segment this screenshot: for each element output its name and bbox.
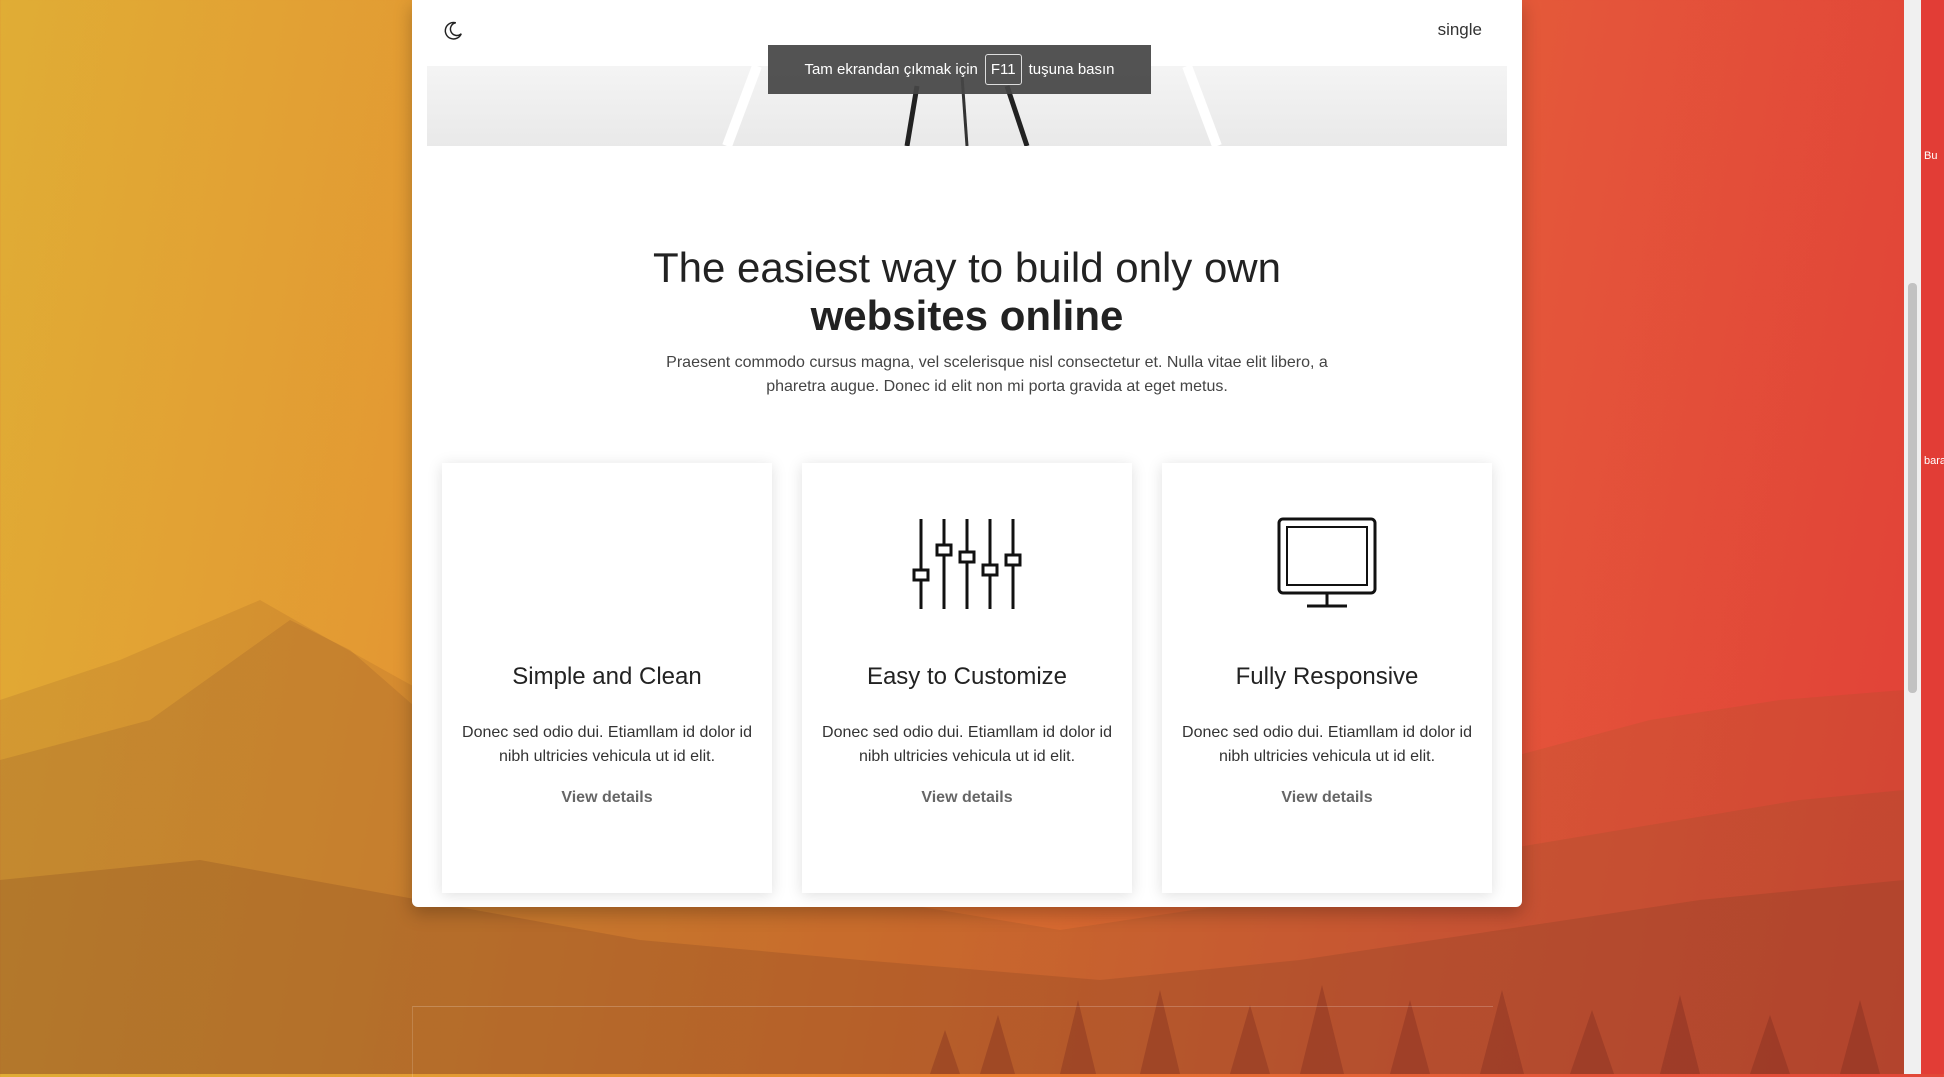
- heading-line-2: websites online: [810, 292, 1124, 339]
- page-heading: The easiest way to build only own websit…: [412, 244, 1522, 340]
- desktop-icon-label[interactable]: Bu: [1924, 150, 1937, 163]
- monitor-icon: [1162, 517, 1492, 611]
- feature-card-simple: Simple and Clean Donec sed odio dui. Eti…: [442, 463, 772, 893]
- feature-title: Fully Responsive: [1235, 663, 1419, 690]
- feature-text: Donec sed odio dui. Etiamllam id dolor i…: [462, 724, 752, 765]
- hero-subtext: Praesent commodo cursus magna, vel scele…: [666, 354, 1328, 395]
- view-details-link[interactable]: View details: [1162, 789, 1492, 807]
- feature-card-responsive: Fully Responsive Donec sed odio dui. Eti…: [1162, 463, 1492, 893]
- feature-text: Donec sed odio dui. Etiamllam id dolor i…: [822, 724, 1112, 765]
- feature-title: Simple and Clean: [512, 663, 702, 690]
- heading-line-1: The easiest way to build only own: [652, 244, 1281, 291]
- scrollbar-thumb[interactable]: [1908, 283, 1917, 693]
- vertical-scrollbar[interactable]: [1904, 0, 1921, 1074]
- view-details-link[interactable]: View details: [802, 789, 1132, 807]
- view-details-link[interactable]: View details: [442, 789, 772, 807]
- blank-icon: [442, 517, 772, 611]
- toast-text-before: Tam ekrandan çıkmak için: [804, 61, 978, 78]
- nav-link-single[interactable]: single: [1438, 20, 1482, 40]
- feature-title: Easy to Customize: [866, 663, 1068, 690]
- feature-card-customize: Easy to Customize Donec sed odio dui. Et…: [802, 463, 1132, 893]
- toast-text-after: tuşuna basın: [1028, 61, 1115, 78]
- feature-text: Donec sed odio dui. Etiamllam id dolor i…: [1182, 724, 1472, 765]
- desktop-icon-label[interactable]: bara: [1924, 455, 1944, 468]
- main-content-panel: single The easiest way to build only own…: [412, 0, 1522, 907]
- sliders-icon: [802, 517, 1132, 611]
- f11-key-badge: F11: [984, 54, 1022, 85]
- footer-outline: [412, 1006, 1493, 1077]
- fullscreen-notification: Tam ekrandan çıkmak için F11 tuşuna bası…: [768, 45, 1151, 94]
- moon-icon[interactable]: [442, 20, 464, 42]
